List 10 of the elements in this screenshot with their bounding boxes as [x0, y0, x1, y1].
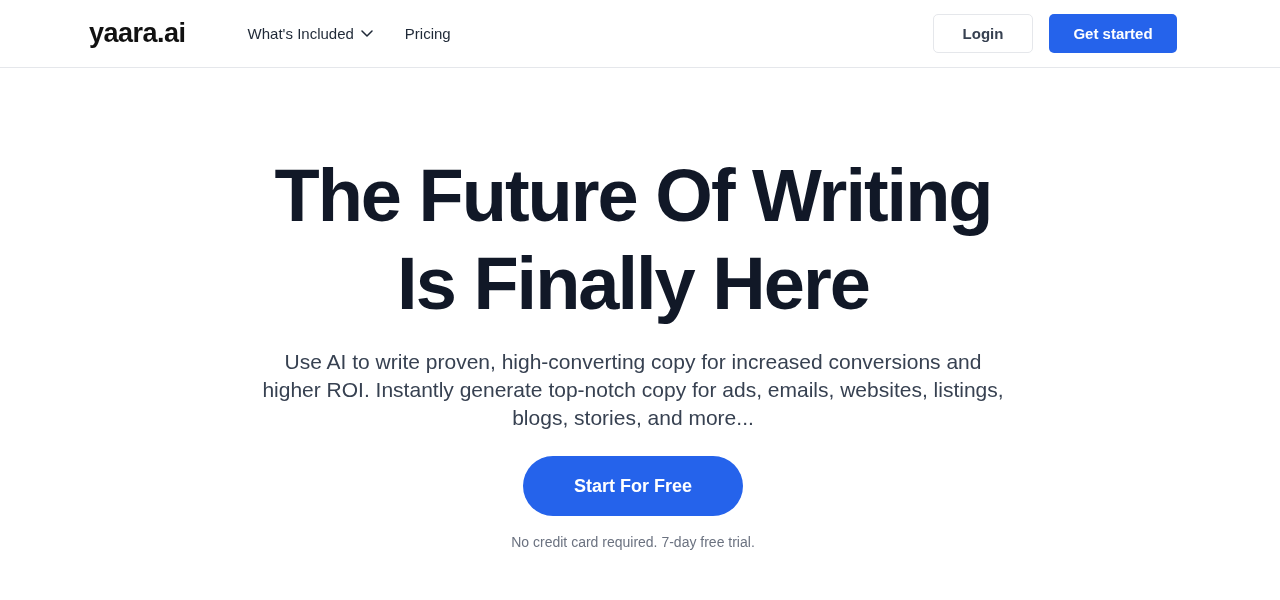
hero-title: The Future Of Writing Is Finally Here	[273, 153, 993, 327]
nav-link[interactable]: Pricing	[404, 25, 451, 42]
chevron-down-icon	[360, 30, 373, 37]
nav-dropdown[interactable]: What's Included	[247, 25, 373, 42]
start-for-free-button[interactable]: Start For Free	[523, 456, 743, 516]
logo[interactable]: yaara.ai	[89, 20, 186, 47]
hero-subtitle: Use AI to write proven, high-converting copy for increased conversions and higher ROI. Instantly generate top-notch copy for ads, emails, websites, listings, blogs, stories, and more...	[261, 349, 1005, 431]
trial-note: No credit card required. 7-day free trial.	[511, 533, 755, 552]
login-button[interactable]: Login	[933, 14, 1033, 53]
get-started-button[interactable]: Get started	[1049, 14, 1177, 53]
